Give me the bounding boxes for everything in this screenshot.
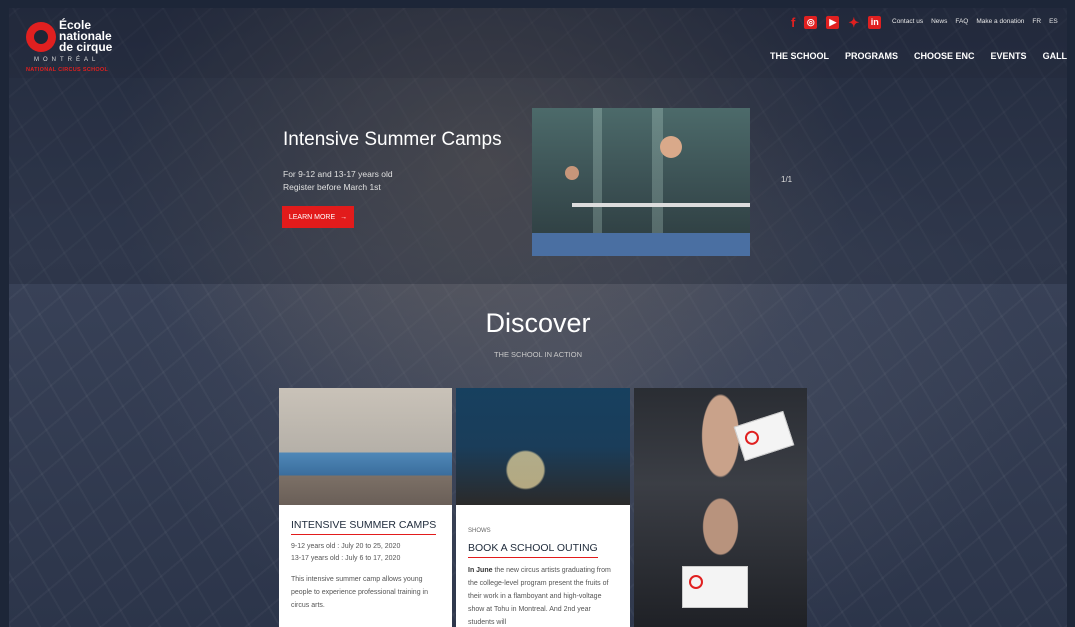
ballet-bar (572, 203, 750, 207)
gym-floor (532, 233, 750, 256)
hero-title: Intensive Summer Camps (283, 129, 502, 150)
card-body: INTENSIVE SUMMER CAMPS 9-12 years old : … (291, 515, 441, 612)
card-title[interactable]: BOOK A SCHOOL OUTING (468, 542, 598, 558)
learn-more-button[interactable]: LEARN MORE → (282, 206, 354, 228)
card-category: SHOWS (468, 528, 491, 534)
nav-the-school[interactable]: THE SCHOOL (770, 51, 829, 61)
logo-swirl-icon (26, 22, 56, 52)
social-links: f ◎ ▶ ✦ in (791, 16, 882, 29)
nav-events[interactable]: EVENTS (991, 51, 1027, 61)
slide-counter: 1/1 (781, 175, 793, 184)
card-title[interactable]: INTENSIVE SUMMER CAMPS (291, 519, 437, 535)
logo-swirl-icon (743, 428, 761, 447)
page-frame: École nationale de cirque MONTRÉAL NATIO… (9, 8, 1067, 627)
card-description: In June the new circus artists graduatin… (468, 564, 618, 627)
utility-link-donation[interactable]: Make a donation (976, 18, 1024, 25)
card-description-bold: In June (468, 567, 493, 574)
main-nav: THE SCHOOL PROGRAMS CHOOSE ENC EVENTS GA… (770, 51, 1067, 61)
hero-subtitle-deadline: Register before March 1st (283, 182, 381, 192)
card-students-photo[interactable] (634, 388, 807, 627)
site-header: École nationale de cirque MONTRÉAL NATIO… (9, 8, 1067, 78)
card-summer-camps[interactable]: INTENSIVE SUMMER CAMPS 9-12 years old : … (279, 388, 452, 627)
youtube-icon[interactable]: ▶ (826, 16, 840, 29)
nav-gallery[interactable]: GALLERY (1043, 51, 1067, 61)
performer-figure-2 (565, 166, 579, 180)
nav-choose-enc[interactable]: CHOOSE ENC (914, 51, 975, 61)
card-image-show (456, 388, 630, 505)
card-date-senior: 13-17 years old : July 6 to 17, 2020 (291, 555, 401, 562)
logo-swirl-icon (689, 575, 703, 589)
learn-more-label: LEARN MORE (288, 213, 336, 221)
card-date-junior: 9-12 years old : July 20 to 25, 2020 (291, 543, 401, 550)
logo-english: NATIONAL CIRCUS SCHOOL (26, 67, 109, 73)
instagram-icon[interactable]: ◎ (804, 16, 818, 29)
twitter-icon[interactable]: ✦ (848, 16, 859, 29)
performer-figure (660, 136, 682, 158)
language-es[interactable]: ES (1049, 18, 1058, 25)
linkedin-icon[interactable]: in (868, 16, 882, 29)
utility-link-faq[interactable]: FAQ (955, 18, 968, 25)
facebook-icon[interactable]: f (791, 16, 795, 29)
hero-subtitle-age: For 9-12 and 13-17 years old (283, 169, 393, 179)
card-school-outing[interactable]: SHOWS BOOK A SCHOOL OUTING In June the n… (456, 388, 630, 627)
language-fr[interactable]: FR (1032, 18, 1041, 25)
discover-title: Discover (485, 308, 591, 338)
logo-line-3: de cirque (59, 40, 113, 54)
hero-image[interactable] (532, 108, 750, 256)
logo-city: MONTRÉAL (34, 57, 100, 63)
held-sign-bottom (682, 566, 748, 608)
utility-link-news[interactable]: News (931, 18, 947, 25)
card-image-unicycles (279, 388, 452, 505)
nav-programs[interactable]: PROGRAMS (845, 51, 898, 61)
utility-nav: Contact us News FAQ Make a donation FR E… (892, 18, 1058, 25)
card-body: SHOWS BOOK A SCHOOL OUTING In June the n… (468, 528, 618, 627)
logo-wordmark: École nationale de cirque (59, 19, 113, 54)
discover-subtitle: THE SCHOOL IN ACTION (493, 350, 583, 359)
hero-slider: Intensive Summer Camps For 9-12 and 13-1… (9, 78, 1067, 284)
utility-link-contact[interactable]: Contact us (892, 18, 923, 25)
card-description-text: the new circus artists graduating from t… (468, 567, 611, 626)
card-description: This intensive summer camp allows young … (291, 576, 428, 609)
school-logo[interactable]: École nationale de cirque MONTRÉAL NATIO… (26, 19, 136, 76)
arrow-right-icon: → (340, 213, 348, 221)
